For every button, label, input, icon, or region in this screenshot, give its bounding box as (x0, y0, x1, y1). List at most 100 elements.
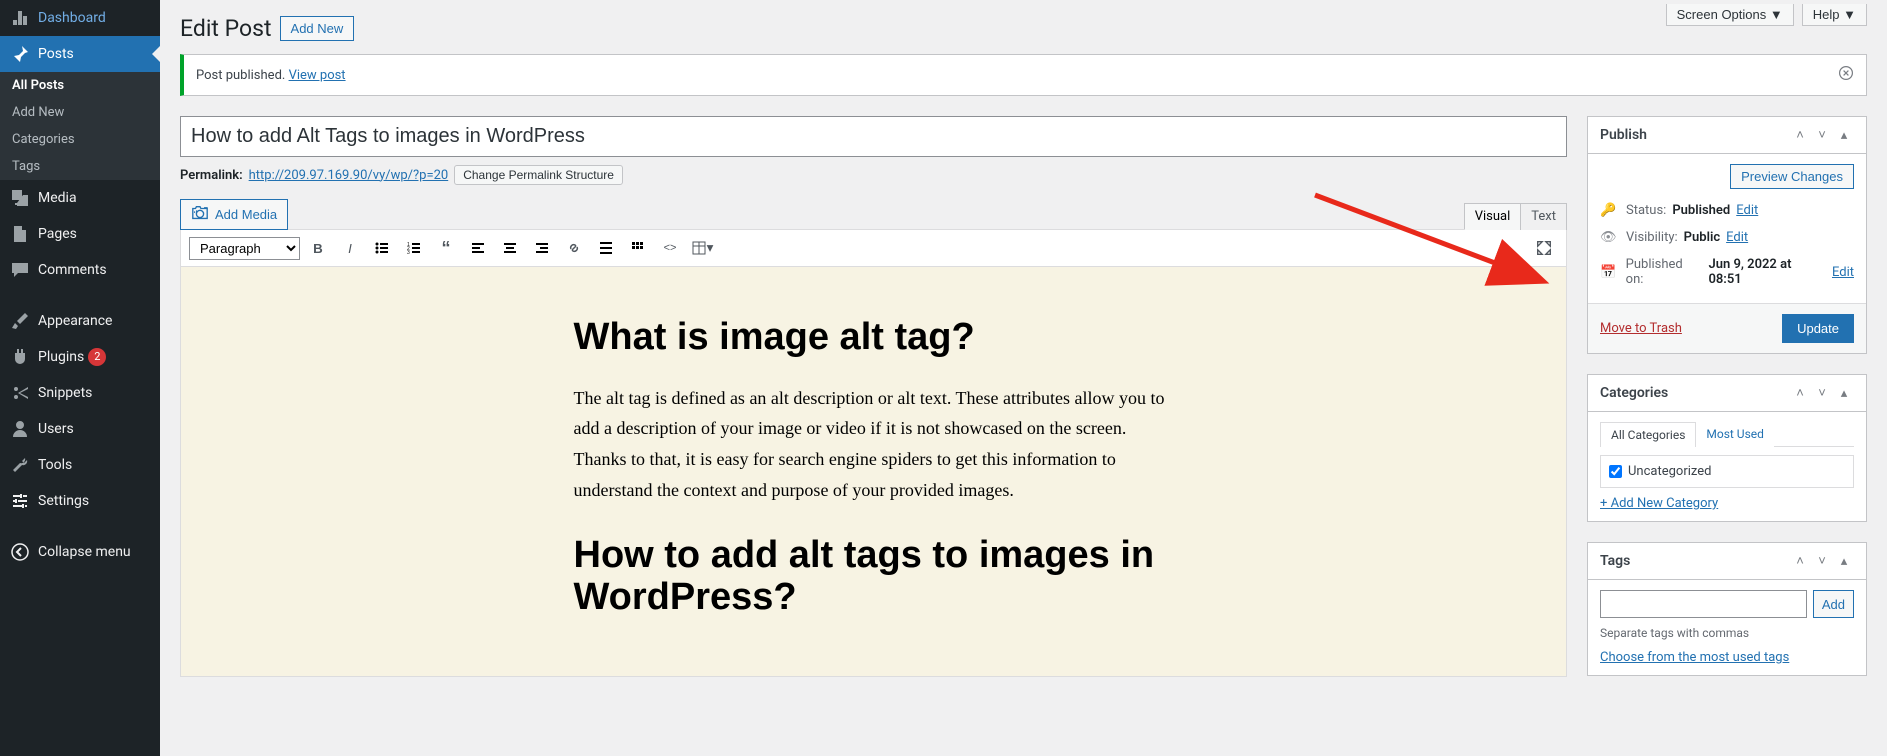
link-button[interactable] (560, 234, 588, 262)
sidebar-item-tools[interactable]: Tools (0, 447, 160, 483)
view-post-link[interactable]: View post (289, 68, 346, 83)
add-media-button[interactable]: Add Media (180, 199, 288, 230)
fullscreen-button[interactable] (1530, 234, 1558, 262)
toggle-icon[interactable]: ▴ (1834, 125, 1854, 145)
submenu-tags[interactable]: Tags (0, 153, 160, 180)
screen-options-toggle[interactable]: Screen Options ▼ (1666, 4, 1794, 26)
sliders-icon (10, 491, 30, 511)
move-up-icon[interactable]: ˄ (1790, 383, 1810, 403)
table-button[interactable]: ▾ (688, 234, 716, 262)
post-title-input[interactable] (180, 116, 1567, 157)
wrench-icon (10, 455, 30, 475)
sidebar-item-media[interactable]: Media (0, 180, 160, 216)
move-up-icon[interactable]: ˄ (1790, 125, 1810, 145)
preview-button[interactable]: Preview Changes (1730, 164, 1854, 189)
sidebar-item-comments[interactable]: Comments (0, 252, 160, 288)
add-tag-button[interactable]: Add (1813, 590, 1854, 618)
sidebar-item-snippets[interactable]: Snippets (0, 375, 160, 411)
add-category-link[interactable]: + Add New Category (1600, 496, 1854, 511)
toolbar-toggle-button[interactable] (624, 234, 652, 262)
brush-icon (10, 311, 30, 331)
tags-box: Tags ˄ ˅ ▴ Add Separate tags with commas… (1587, 542, 1867, 676)
screen-meta-links: Screen Options ▼ Help ▼ (1666, 4, 1867, 26)
dismiss-notice-icon[interactable] (1838, 65, 1854, 85)
move-down-icon[interactable]: ˅ (1812, 551, 1832, 571)
add-new-button[interactable]: Add New (280, 16, 355, 41)
sidebar-label: Snippets (38, 385, 92, 401)
insert-more-button[interactable] (592, 234, 620, 262)
tab-visual[interactable]: Visual (1464, 203, 1521, 230)
sidebar-item-appearance[interactable]: Appearance (0, 303, 160, 339)
submenu-all-posts[interactable]: All Posts (0, 72, 160, 99)
help-toggle[interactable]: Help ▼ (1802, 4, 1867, 26)
sidebar-label: Media (38, 190, 77, 206)
page-icon (10, 224, 30, 244)
sidebar-item-collapse[interactable]: Collapse menu (0, 534, 160, 570)
italic-button[interactable]: I (336, 234, 364, 262)
publish-box-title: Publish (1600, 127, 1790, 143)
sidebar-item-users[interactable]: Users (0, 411, 160, 447)
svg-text:3: 3 (407, 250, 410, 256)
category-item[interactable]: Uncategorized (1609, 464, 1845, 479)
format-select[interactable]: Paragraph (189, 237, 300, 260)
sidebar-label: Collapse menu (38, 544, 131, 560)
change-permalink-button[interactable]: Change Permalink Structure (454, 165, 623, 185)
blockquote-button[interactable]: “ (432, 234, 460, 262)
sidebar-label: Comments (38, 262, 107, 278)
tab-text[interactable]: Text (1520, 203, 1567, 230)
tab-most-used[interactable]: Most Used (1696, 422, 1774, 447)
posts-submenu: All Posts Add New Categories Tags (0, 72, 160, 180)
choose-tags-link[interactable]: Choose from the most used tags (1600, 650, 1789, 665)
align-center-button[interactable] (496, 234, 524, 262)
sidebar-item-dashboard[interactable]: Dashboard (0, 0, 160, 36)
edit-visibility-link[interactable]: Edit (1726, 230, 1748, 245)
plugin-icon (10, 347, 30, 367)
toggle-icon[interactable]: ▴ (1834, 551, 1854, 571)
move-to-trash-link[interactable]: Move to Trash (1600, 321, 1682, 336)
submenu-add-new[interactable]: Add New (0, 99, 160, 126)
page-title: Edit Post (180, 15, 272, 42)
tags-box-title: Tags (1600, 553, 1790, 569)
key-icon: 🔑 (1600, 203, 1620, 218)
sidebar-item-settings[interactable]: Settings (0, 483, 160, 519)
code-button[interactable]: <> (656, 234, 684, 262)
submenu-categories[interactable]: Categories (0, 126, 160, 153)
sidebar-item-plugins[interactable]: Plugins 2 (0, 339, 160, 375)
media-icon (10, 188, 30, 208)
tags-hint: Separate tags with commas (1600, 626, 1854, 640)
align-left-button[interactable] (464, 234, 492, 262)
sidebar-item-pages[interactable]: Pages (0, 216, 160, 252)
category-checkbox[interactable] (1609, 465, 1622, 478)
sidebar-label: Appearance (38, 313, 112, 329)
eye-icon: 👁 (1600, 230, 1620, 245)
tab-all-categories[interactable]: All Categories (1600, 422, 1696, 447)
sidebar-item-posts[interactable]: Posts (0, 36, 160, 72)
toggle-icon[interactable]: ▴ (1834, 383, 1854, 403)
success-notice: Post published. View post (180, 54, 1867, 96)
move-down-icon[interactable]: ˅ (1812, 125, 1832, 145)
content-heading-2: How to add alt tags to images in WordPre… (574, 535, 1174, 619)
pin-icon (10, 44, 30, 64)
publish-box: Publish ˄ ˅ ▴ Preview Changes 🔑 Status: … (1587, 116, 1867, 354)
categories-box-title: Categories (1600, 385, 1790, 401)
align-right-button[interactable] (528, 234, 556, 262)
notice-text: Post published. (196, 68, 289, 83)
move-up-icon[interactable]: ˄ (1790, 551, 1810, 571)
edit-status-link[interactable]: Edit (1736, 203, 1758, 218)
update-button[interactable]: Update (1782, 314, 1854, 343)
bold-button[interactable]: B (304, 234, 332, 262)
sidebar-label: Dashboard (38, 10, 106, 26)
content-paragraph-1: The alt tag is defined as an alt descrip… (574, 383, 1174, 505)
editor-content[interactable]: What is image alt tag? The alt tag is de… (180, 267, 1567, 677)
move-down-icon[interactable]: ˅ (1812, 383, 1832, 403)
calendar-icon: 📅 (1600, 265, 1620, 280)
bullet-list-button[interactable] (368, 234, 396, 262)
main-content: Screen Options ▼ Help ▼ Edit Post Add Ne… (160, 0, 1887, 756)
edit-date-link[interactable]: Edit (1832, 265, 1854, 280)
sidebar-label: Plugins (38, 349, 84, 365)
number-list-button[interactable]: 123 (400, 234, 428, 262)
tag-input[interactable] (1600, 590, 1807, 618)
sidebar-label: Users (38, 421, 74, 437)
sidebar-label: Pages (38, 226, 77, 242)
permalink-url[interactable]: http://209.97.169.90/vy/wp/?p=20 (249, 168, 449, 183)
